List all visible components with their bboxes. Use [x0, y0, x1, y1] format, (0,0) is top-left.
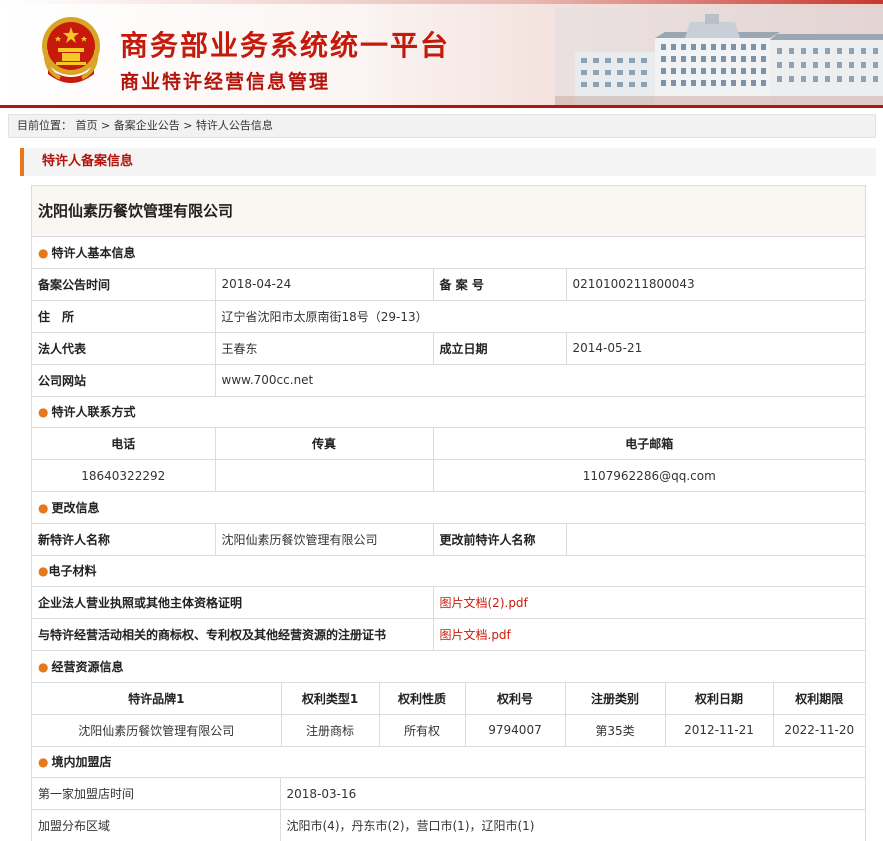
contact-heading: ● 特许人联系方式: [32, 396, 865, 428]
basic-info-heading: ● 特许人基本信息: [32, 237, 865, 269]
stores-table: ● 境内加盟店 第一家加盟店时间 2018-03-16 加盟分布区域 沈阳市(4)…: [32, 746, 865, 841]
license-label: 企业法人营业执照或其他主体资格证明: [32, 586, 434, 619]
phone-value: 18640322292: [32, 459, 216, 492]
right-nature-cell: 所有权: [378, 713, 466, 747]
bullet-icon: ●: [38, 500, 49, 515]
bullet-icon: ●: [38, 755, 49, 770]
col-reg-class: 注册类别: [564, 681, 666, 715]
founded-label: 成立日期: [432, 331, 567, 365]
legal-rep-value: 王春东: [214, 331, 434, 365]
change-info-heading: ● 更改信息: [32, 492, 865, 524]
legal-rep-label: 法人代表: [32, 331, 216, 365]
resources-table: ● 经营资源信息 特许品牌1 权利类型1 权利性质 权利号 注册类别 权利日期 权…: [32, 651, 866, 747]
right-no-cell: 9794007: [464, 713, 566, 747]
fax-value: [214, 459, 434, 492]
announce-date-label: 备案公告时间: [32, 267, 216, 301]
record-panel: 沈阳仙素历餐饮管理有限公司 ● 特许人基本信息 备案公告时间 2018-04-24…: [31, 185, 866, 841]
system-subtitle: 商业特许经营信息管理: [120, 71, 331, 93]
stores-heading: ● 境内加盟店: [32, 746, 865, 778]
col-right-date: 权利日期: [664, 681, 774, 715]
col-right-type: 权利类型1: [280, 681, 380, 715]
banner-top-line: [0, 0, 883, 4]
resources-heading: ● 经营资源信息: [32, 651, 866, 683]
bullet-icon: ●: [38, 245, 49, 260]
area-label: 加盟分布区域: [32, 809, 281, 841]
record-no-value: 0210100211800043: [565, 267, 865, 301]
brand-cell: 沈阳仙素历餐饮管理有限公司: [32, 713, 282, 747]
breadcrumb-separator: >: [183, 119, 193, 132]
breadcrumb-current: 特许人公告信息: [195, 119, 273, 132]
founded-value: 2014-05-21: [565, 331, 865, 365]
trademark-label: 与特许经营活动相关的商标权、专利权及其他经营资源的注册证书: [32, 618, 434, 651]
breadcrumb-announcements[interactable]: 备案企业公告: [114, 119, 180, 132]
right-term-cell: 2022-11-20: [772, 713, 866, 747]
address-value: 辽宁省沈阳市太原南街18号（29-13）: [214, 299, 865, 333]
license-pdf-link[interactable]: 图片文档(2).pdf: [440, 596, 528, 610]
right-date-cell: 2012-11-21: [664, 713, 774, 747]
col-right-nature: 权利性质: [378, 681, 466, 715]
email-label: 电子邮箱: [432, 427, 865, 460]
breadcrumb-separator: >: [101, 119, 111, 132]
company-name: 沈阳仙素历餐饮管理有限公司: [32, 186, 865, 237]
breadcrumb-home[interactable]: 首页: [76, 119, 98, 132]
materials-heading: ●电子材料: [32, 555, 865, 587]
website-label: 公司网站: [32, 363, 216, 397]
right-type-cell: 注册商标: [280, 713, 380, 747]
materials-table: ●电子材料 企业法人营业执照或其他主体资格证明 图片文档(2).pdf 与特许经…: [32, 555, 865, 651]
bullet-icon: ●: [38, 405, 49, 420]
system-title: 商务部业务系统统一平台: [120, 29, 451, 62]
table-row: 沈阳仙素历餐饮管理有限公司 注册商标 所有权 9794007 第35类 2012…: [32, 713, 866, 747]
header-banner: 商务部业务系统统一平台 商业特许经营信息管理: [0, 0, 883, 108]
contact-table: ● 特许人联系方式 电话 传真 电子邮箱 18640322292 11079622…: [32, 396, 865, 492]
first-store-value: 2018-03-16: [279, 777, 865, 810]
reg-class-cell: 第35类: [564, 713, 666, 747]
phone-label: 电话: [32, 427, 216, 460]
area-value: 沈阳市(4)，丹东市(2)，营口市(1)，辽阳市(1): [279, 809, 865, 841]
ministry-building-image: [555, 8, 883, 105]
new-name-value: 沈阳仙素历餐饮管理有限公司: [214, 522, 434, 556]
breadcrumb: 目前位置： 首页 > 备案企业公告 > 特许人公告信息: [8, 114, 876, 138]
announce-date-value: 2018-04-24: [214, 267, 434, 301]
new-name-label: 新特许人名称: [32, 522, 216, 556]
trademark-pdf-link[interactable]: 图片文档.pdf: [440, 628, 511, 642]
basic-info-table: ● 特许人基本信息 备案公告时间 2018-04-24 备 案 号 0210100…: [32, 237, 865, 397]
col-right-no: 权利号: [464, 681, 566, 715]
record-no-label: 备 案 号: [432, 267, 567, 301]
bullet-icon: ●: [38, 564, 49, 579]
first-store-label: 第一家加盟店时间: [32, 777, 281, 810]
breadcrumb-prefix: 目前位置：: [17, 119, 72, 132]
old-name-value: [565, 522, 865, 556]
email-value: 1107962286@qq.com: [432, 459, 865, 492]
old-name-label: 更改前特许人名称: [432, 522, 567, 556]
col-right-term: 权利期限: [772, 681, 866, 715]
col-brand: 特许品牌1: [32, 681, 282, 715]
national-emblem-icon: [42, 17, 100, 83]
bullet-icon: ●: [38, 659, 49, 674]
change-info-table: ● 更改信息 新特许人名称 沈阳仙素历餐饮管理有限公司 更改前特许人名称: [32, 492, 865, 556]
website-value: www.700cc.net: [214, 363, 865, 397]
address-label: 住 所: [32, 299, 216, 333]
fax-label: 传真: [214, 427, 434, 460]
section-heading: 特许人备案信息: [20, 148, 876, 176]
